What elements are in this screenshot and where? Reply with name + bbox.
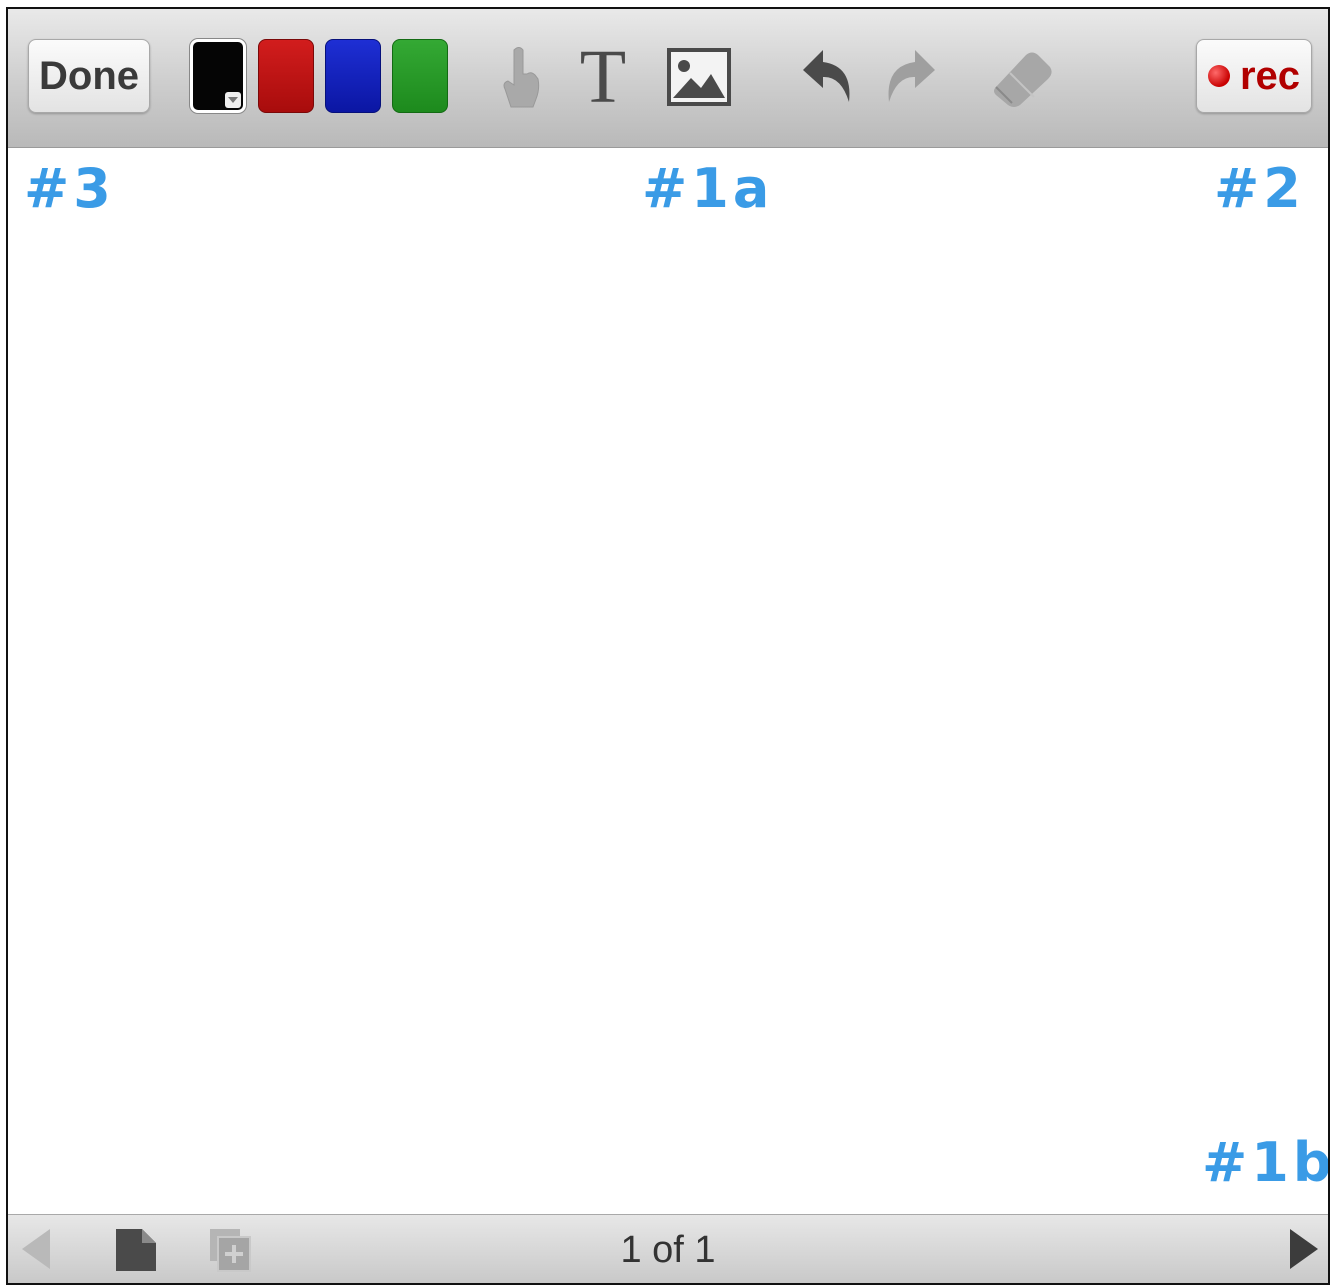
next-page-icon[interactable] (1286, 1227, 1322, 1276)
undo-icon[interactable] (794, 37, 864, 117)
annotation-label-3: #3 (24, 157, 115, 220)
hand-pointer-icon[interactable] (486, 37, 556, 117)
page-indicator: 1 of 1 (620, 1229, 716, 1271)
color-swatch-green[interactable] (392, 39, 448, 113)
text-tool-icon[interactable]: T (568, 37, 638, 117)
color-swatch-blue[interactable] (325, 39, 381, 113)
image-icon[interactable] (664, 37, 734, 117)
dropdown-arrow-icon[interactable] (225, 92, 241, 108)
done-label: Done (39, 53, 139, 98)
record-button[interactable]: rec (1196, 39, 1312, 113)
record-label: rec (1239, 53, 1301, 98)
annotation-label-1b: #1b (1202, 1131, 1330, 1194)
annotation-label-2: #2 (1214, 157, 1305, 220)
text-tool-glyph: T (579, 35, 627, 119)
toolbar: Done T rec (8, 9, 1328, 148)
annotation-label-1a: #1a (642, 157, 774, 220)
record-dot-icon (1207, 65, 1230, 87)
redo-icon[interactable] (874, 37, 944, 117)
page-navigation-bar: 1 of 1 (8, 1214, 1328, 1283)
done-button[interactable]: Done (28, 39, 150, 113)
eraser-icon[interactable] (988, 37, 1058, 117)
drawing-canvas[interactable] (8, 148, 1328, 1217)
color-swatch-black[interactable] (190, 39, 246, 113)
color-swatch-red[interactable] (258, 39, 314, 113)
whiteboard-window: Done T rec #3 #1a #2 #1b 1 of 1 (6, 7, 1330, 1285)
